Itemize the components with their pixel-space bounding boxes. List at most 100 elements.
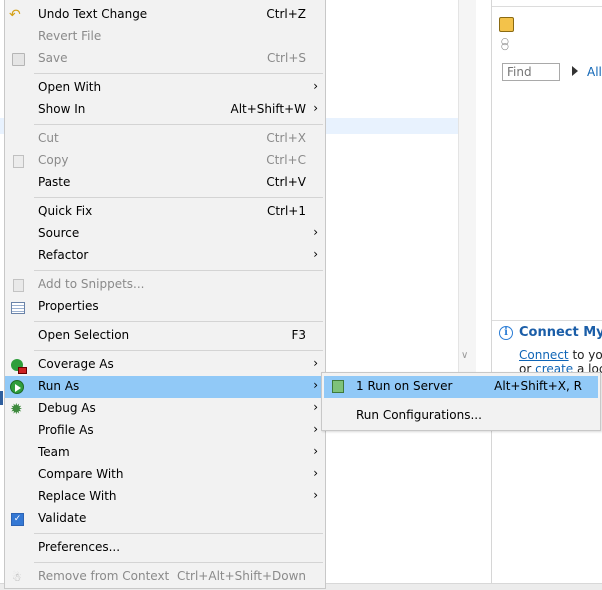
- menu-item-show-in[interactable]: Show In Alt+Shift+W ›: [5, 99, 325, 121]
- copy-icon: [13, 155, 24, 168]
- submenu-item-shortcut: Alt+Shift+X, R: [494, 379, 582, 393]
- outline-panel: ○○ All i Connect Myly Connect to you or …: [491, 0, 602, 589]
- menu-item-open-with[interactable]: Open With ›: [5, 77, 325, 99]
- menu-item-label: Refactor: [38, 248, 89, 262]
- menu-item-team[interactable]: Team ›: [5, 442, 325, 464]
- properties-icon: [11, 302, 25, 314]
- menu-item-label: Team: [38, 445, 70, 459]
- info-icon: i: [499, 326, 513, 340]
- submenu-arrow-icon: ›: [313, 444, 318, 458]
- menu-item-open-selection[interactable]: Open Selection F3: [5, 325, 325, 347]
- menu-item-cut[interactable]: Cut Ctrl+X: [5, 128, 325, 150]
- menu-item-source[interactable]: Source ›: [5, 223, 325, 245]
- context-menu: ↶ Undo Text Change Ctrl+Z Revert File Sa…: [4, 0, 326, 589]
- menu-item-coverage-as[interactable]: Coverage As ›: [5, 354, 325, 376]
- checkbox-checked-icon: ✓: [11, 513, 24, 526]
- divider: [492, 320, 602, 321]
- connect-link[interactable]: Connect: [519, 348, 569, 362]
- panel-toolbar: [492, 0, 602, 7]
- menu-item-debug-as[interactable]: ✹ Debug As ›: [5, 398, 325, 420]
- editor-scrollbar[interactable]: [458, 0, 476, 372]
- submenu-item-label: Run Configurations...: [356, 408, 482, 422]
- menu-item-label: Copy: [38, 153, 69, 167]
- menu-item-label: Add to Snippets...: [38, 277, 145, 291]
- menu-item-label: Save: [38, 51, 68, 65]
- menu-item-paste[interactable]: Paste Ctrl+V: [5, 172, 325, 194]
- menu-item-label: Run As: [38, 379, 80, 393]
- menu-item-preferences[interactable]: Preferences...: [5, 537, 325, 559]
- find-input[interactable]: [502, 63, 560, 81]
- mylyn-connect-text: Connect to you: [519, 348, 602, 362]
- menu-item-copy[interactable]: Copy Ctrl+C: [5, 150, 325, 172]
- menu-item-shortcut: F3: [291, 328, 306, 342]
- menu-item-shortcut: Alt+Shift+W: [230, 102, 307, 116]
- menu-separator: [34, 124, 323, 125]
- menu-separator: [34, 562, 323, 563]
- save-icon: [12, 53, 25, 66]
- submenu-item-label: 1 Run on Server: [356, 379, 453, 393]
- menu-item-shortcut: Ctrl+1: [266, 204, 306, 218]
- run-as-submenu: 1 Run on Server Alt+Shift+X, R Run Confi…: [321, 372, 601, 431]
- menu-item-compare-with[interactable]: Compare With ›: [5, 464, 325, 486]
- menu-item-revert-file[interactable]: Revert File: [5, 26, 325, 48]
- menu-item-validate[interactable]: ✓ Validate: [5, 508, 325, 530]
- menu-item-replace-with[interactable]: Replace With ›: [5, 486, 325, 508]
- menu-separator: [34, 350, 323, 351]
- menu-separator: [34, 321, 323, 322]
- more-options-icon[interactable]: ○ ○: [501, 38, 509, 54]
- submenu-arrow-icon: ›: [313, 356, 318, 370]
- submenu-arrow-icon: ›: [313, 378, 318, 392]
- menu-item-shortcut: Ctrl+C: [266, 153, 306, 167]
- menu-item-label: Show In: [38, 102, 86, 116]
- menu-item-label: Properties: [38, 299, 99, 313]
- menu-item-label: Replace With: [38, 489, 117, 503]
- menu-item-shortcut: Ctrl+X: [266, 131, 306, 145]
- submenu-arrow-icon: ›: [313, 247, 318, 261]
- menu-item-label: Compare With: [38, 467, 124, 481]
- play-arrow-icon[interactable]: [572, 66, 578, 76]
- menu-item-label: Undo Text Change: [38, 7, 148, 21]
- server-run-icon: [332, 380, 344, 393]
- menu-item-quick-fix[interactable]: Quick Fix Ctrl+1: [5, 201, 325, 223]
- menu-item-label: Remove from Context: [38, 569, 170, 583]
- menu-item-refactor[interactable]: Refactor ›: [5, 245, 325, 267]
- all-link[interactable]: All: [587, 65, 602, 79]
- remove-context-icon: ☃: [12, 571, 22, 584]
- menu-item-properties[interactable]: Properties: [5, 296, 325, 318]
- menu-item-label: Preferences...: [38, 540, 121, 554]
- task-icon[interactable]: [499, 17, 514, 32]
- submenu-arrow-icon: ›: [313, 422, 318, 436]
- submenu-item-run-configurations[interactable]: Run Configurations...: [324, 405, 598, 427]
- menu-separator: [34, 197, 323, 198]
- menu-item-label: Paste: [38, 175, 71, 189]
- menu-separator: [34, 73, 323, 74]
- menu-item-save[interactable]: Save Ctrl+S: [5, 48, 325, 70]
- snippets-icon: [13, 279, 24, 292]
- submenu-arrow-icon: ›: [313, 225, 318, 239]
- menu-item-remove-from-context[interactable]: ☃ Remove from Context Ctrl+Alt+Shift+Dow…: [5, 566, 325, 588]
- debug-icon: ✹: [10, 400, 23, 418]
- menu-item-label: Cut: [38, 131, 59, 145]
- undo-icon: ↶: [9, 7, 21, 23]
- submenu-arrow-icon: ›: [313, 101, 318, 115]
- menu-item-run-as[interactable]: Run As ›: [5, 376, 325, 398]
- menu-item-label: Open Selection: [38, 328, 130, 342]
- coverage-bar-icon: [18, 367, 27, 374]
- menu-item-add-to-snippets[interactable]: Add to Snippets...: [5, 274, 325, 296]
- menu-item-label: Revert File: [38, 29, 102, 43]
- menu-item-undo-text-change[interactable]: ↶ Undo Text Change Ctrl+Z: [5, 4, 325, 26]
- play-icon: [15, 384, 21, 392]
- menu-item-profile-as[interactable]: Profile As ›: [5, 420, 325, 442]
- submenu-item-run-on-server[interactable]: 1 Run on Server Alt+Shift+X, R: [324, 376, 598, 398]
- menu-separator: [34, 270, 323, 271]
- submenu-arrow-icon: ›: [313, 79, 318, 93]
- mylyn-title: Connect Myly: [519, 325, 602, 340]
- menu-item-label: Profile As: [38, 423, 94, 437]
- scroll-down-icon[interactable]: ∨: [461, 350, 468, 361]
- menu-item-label: Coverage As: [38, 357, 114, 371]
- menu-item-label: Debug As: [38, 401, 96, 415]
- menu-item-shortcut: Ctrl+Alt+Shift+Down: [176, 569, 306, 583]
- submenu-arrow-icon: ›: [313, 400, 318, 414]
- menu-item-shortcut: Ctrl+Z: [266, 7, 306, 21]
- menu-item-shortcut: Ctrl+S: [266, 51, 306, 65]
